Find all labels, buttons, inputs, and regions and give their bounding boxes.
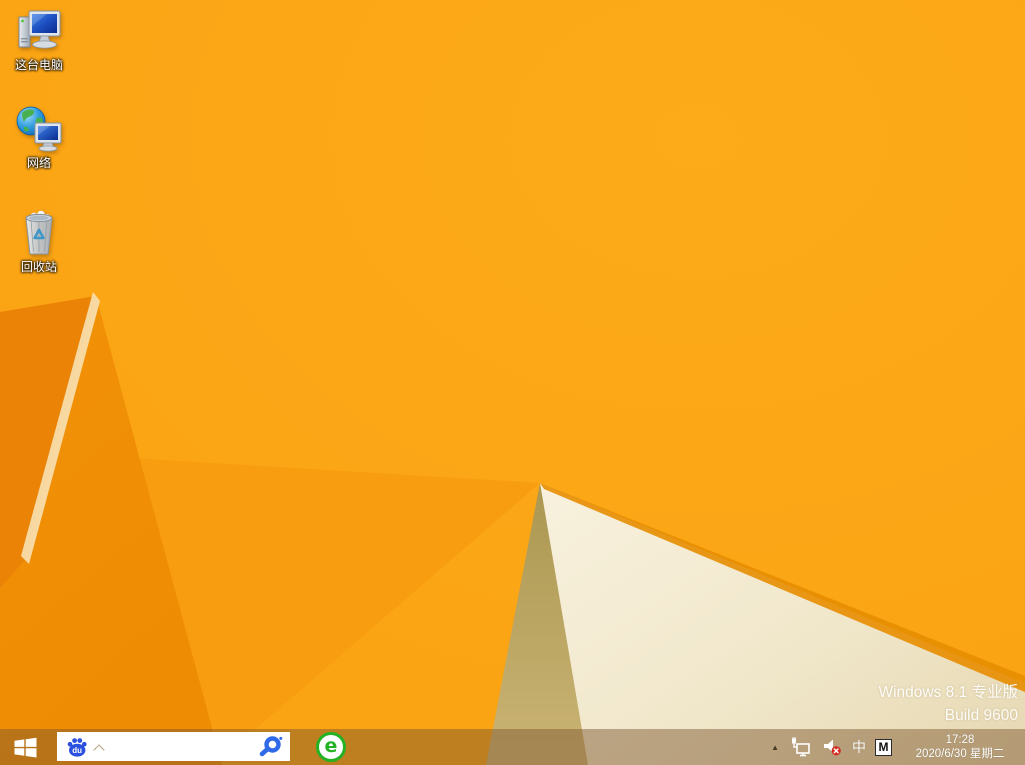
desktop-icon-label: 网络 <box>27 157 51 170</box>
tray-clock[interactable]: 17:28 2020/6/30 星期二 <box>905 733 1015 761</box>
desktop-screen: 这台电脑 <box>0 0 1025 765</box>
recycle-bin-icon <box>14 208 64 258</box>
wallpaper <box>0 0 1025 765</box>
taskbar-search-box[interactable]: du <box>57 732 290 761</box>
network-icon <box>14 104 64 154</box>
show-hidden-icons-icon[interactable]: ▲ <box>769 739 781 756</box>
desktop-icon-this-pc[interactable]: 这台电脑 <box>0 6 78 74</box>
ime-mode-indicator[interactable]: 中 <box>852 737 866 757</box>
browser-e-letter: e <box>325 737 338 756</box>
desktop-icon-label: 这台电脑 <box>15 59 63 72</box>
search-magnifier-icon[interactable] <box>258 735 284 759</box>
system-tray: ▲ 中 M <box>769 729 1025 765</box>
taskbar: du e ▲ <box>0 729 1025 765</box>
windows-logo-icon <box>13 735 38 760</box>
search-input[interactable] <box>108 736 258 758</box>
start-button[interactable] <box>0 729 50 765</box>
build-watermark: Windows 8.1 专业版 Build 9600 <box>878 681 1018 727</box>
desktop-icon-label: 回收站 <box>21 261 57 274</box>
browser-e-icon[interactable]: e <box>316 732 346 762</box>
desktop-icon-recycle-bin[interactable]: 回收站 <box>0 208 78 276</box>
desktop-icon-network[interactable]: 网络 <box>0 104 78 172</box>
svg-text:du: du <box>72 746 82 755</box>
ime-language-badge[interactable]: M <box>875 739 892 756</box>
watermark-build: Build 9600 <box>878 704 1018 727</box>
chevron-up-icon[interactable] <box>95 744 104 753</box>
volume-muted-icon[interactable] <box>821 736 843 758</box>
clock-time: 17:28 <box>905 733 1015 747</box>
this-pc-icon <box>14 6 64 56</box>
network-tray-icon[interactable] <box>790 736 812 758</box>
baidu-paw-icon: du <box>65 735 89 759</box>
clock-date: 2020/6/30 星期二 <box>905 747 1015 761</box>
watermark-edition: Windows 8.1 专业版 <box>878 681 1018 704</box>
